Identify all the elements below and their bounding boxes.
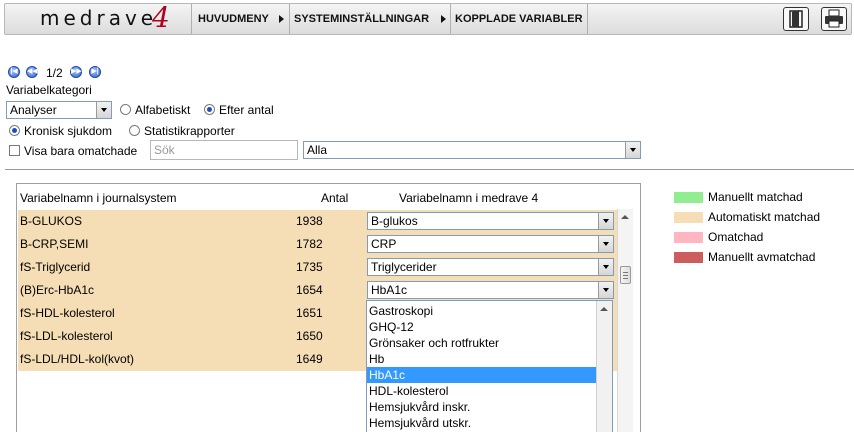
scroll-up-icon[interactable] — [600, 307, 608, 311]
radio-efter-antal[interactable] — [204, 104, 215, 115]
top-navigation-bar: medrave 4 HUVUDMENY SYSTEMINSTÄLLNINGAR … — [4, 1, 852, 35]
column-header-journal-name: Variabelnamn i journalsystem — [20, 191, 177, 205]
medrave-variable-options-list: Gastroskopi GHQ-12 Grönsaker och rotfruk… — [366, 300, 613, 432]
medrave-variable-select[interactable]: Triglycerider — [367, 258, 614, 276]
count-value: 1651 — [296, 306, 323, 320]
medrave-variable-value: HbA1c — [371, 283, 408, 297]
chevron-down-icon — [598, 213, 613, 229]
journal-variable-name: fS-LDL-kolesterol — [20, 329, 113, 343]
door-icon — [789, 10, 803, 28]
option-item[interactable]: Hemsjukvård utskr. — [367, 415, 596, 431]
print-button[interactable] — [821, 7, 847, 31]
nav-kopplade-variabler[interactable]: KOPPLADE VARIABLER — [451, 4, 588, 34]
count-value: 1649 — [296, 352, 323, 366]
journal-variable-name: B-CRP,SEMI — [20, 237, 89, 251]
medrave-variable-value: Triglycerider — [371, 260, 437, 274]
chevron-down-icon — [598, 259, 613, 275]
medrave-variable-value: B-glukos — [371, 214, 418, 228]
count-value: 1654 — [296, 283, 323, 297]
unmatched-only-checkbox[interactable] — [9, 145, 20, 156]
option-item-selected[interactable]: HbA1c — [367, 367, 596, 383]
option-item[interactable]: GHQ-12 — [367, 319, 596, 335]
count-value: 1938 — [296, 214, 323, 228]
unmatched-only-label: Visa bara omatchade — [24, 144, 138, 158]
previous-page-button[interactable]: ◀◀ — [26, 66, 38, 78]
journal-variable-name: fS-HDL-kolesterol — [20, 306, 115, 320]
medrave-variable-select[interactable]: B-glukos — [367, 212, 614, 230]
journal-variable-name: (B)Erc-HbA1c — [20, 283, 95, 297]
legend-swatch-manual-unmatched — [674, 252, 703, 263]
exit-door-button[interactable] — [783, 7, 809, 31]
logo-text: medrave — [40, 6, 158, 30]
scroll-thumb[interactable] — [620, 266, 631, 284]
divider — [5, 169, 854, 170]
table-row: fS-Triglycerid 1735 Triglycerider — [18, 256, 617, 279]
search-placeholder: Sök — [154, 143, 175, 157]
scroll-up-icon[interactable] — [621, 215, 629, 219]
nav-systeminstallningar[interactable]: SYSTEMINSTÄLLNINGAR — [290, 4, 451, 34]
table-row: B-GLUKOS 1938 B-glukos — [18, 210, 617, 233]
filter-select[interactable]: Alla — [303, 141, 641, 159]
journal-variable-name: fS-LDL/HDL-kol(kvot) — [20, 352, 135, 366]
legend-label: Omatchad — [708, 230, 764, 244]
table-row: (B)Erc-HbA1c 1654 HbA1c — [18, 279, 617, 302]
search-input[interactable]: Sök — [150, 140, 298, 160]
nav-label: SYSTEMINSTÄLLNINGAR — [294, 13, 430, 25]
count-value: 1735 — [296, 260, 323, 274]
option-item[interactable]: Hemsjukvård inskr. — [367, 399, 596, 415]
chevron-down-icon — [96, 102, 111, 118]
journal-variable-name: B-GLUKOS — [20, 214, 83, 228]
radio-kronisk-sjukdom[interactable] — [9, 125, 20, 136]
medrave-variable-select-open[interactable]: HbA1c — [367, 281, 614, 299]
legend-label: Automatiskt matchad — [708, 210, 821, 224]
medrave-variable-select[interactable]: CRP — [367, 235, 614, 253]
printer-icon — [825, 9, 843, 28]
count-value: 1782 — [296, 237, 323, 251]
radio-efter-antal-label: Efter antal — [219, 103, 274, 117]
last-page-button[interactable]: ▶| — [89, 66, 101, 78]
first-page-button[interactable]: |◀ — [8, 66, 20, 78]
chevron-down-icon — [625, 142, 640, 158]
page-indicator: 1/2 — [46, 66, 63, 80]
legend-swatch-manual-matched — [674, 192, 703, 203]
logo: medrave 4 — [5, 1, 192, 34]
next-page-button[interactable]: ▶▶ — [70, 66, 82, 78]
legend-label: Manuellt avmatchad — [708, 250, 816, 264]
breadcrumb-arrow-icon — [441, 15, 446, 23]
medrave-variable-value: CRP — [371, 237, 397, 251]
option-item[interactable]: Hb — [367, 351, 596, 367]
legend-swatch-unmatched — [674, 232, 703, 243]
nav-huvudmeny[interactable]: HUVUDMENY — [194, 4, 290, 34]
option-item[interactable]: HDL-kolesterol — [367, 383, 596, 399]
legend-swatch-auto-matched — [674, 212, 703, 223]
filter-select-value: Alla — [307, 143, 328, 157]
radio-statistikrapporter-label: Statistikrapporter — [144, 124, 235, 138]
option-item[interactable]: Grönsaker och rotfrukter — [367, 335, 596, 351]
logo-number: 4 — [152, 1, 170, 34]
legend-label: Manuellt matchad — [708, 190, 803, 204]
radio-alfabetiskt-label: Alfabetiskt — [135, 103, 191, 117]
category-select[interactable]: Analyser — [6, 101, 112, 119]
category-select-value: Analyser — [10, 103, 57, 117]
option-item[interactable]: Gastroskopi — [367, 303, 596, 319]
column-header-medrave-name: Variabelnamn i medrave 4 — [399, 191, 539, 205]
table-scrollbar[interactable] — [617, 209, 633, 432]
radio-statistikrapporter[interactable] — [129, 125, 140, 136]
chevron-down-icon — [598, 282, 613, 298]
count-value: 1650 — [296, 329, 323, 343]
breadcrumb-arrow-icon — [279, 15, 284, 23]
radio-alfabetiskt[interactable] — [120, 104, 131, 115]
category-label: Variabelkategori — [6, 83, 92, 97]
nav-label: HUVUDMENY — [198, 13, 269, 25]
table-row: B-CRP,SEMI 1782 CRP — [18, 233, 617, 256]
journal-variable-name: fS-Triglycerid — [20, 260, 91, 274]
chevron-down-icon — [598, 236, 613, 252]
radio-kronisk-sjukdom-label: Kronisk sjukdom — [24, 124, 113, 138]
column-header-count: Antal — [321, 191, 349, 205]
nav-label: KOPPLADE VARIABLER — [455, 13, 583, 25]
options-scrollbar[interactable] — [596, 301, 612, 432]
